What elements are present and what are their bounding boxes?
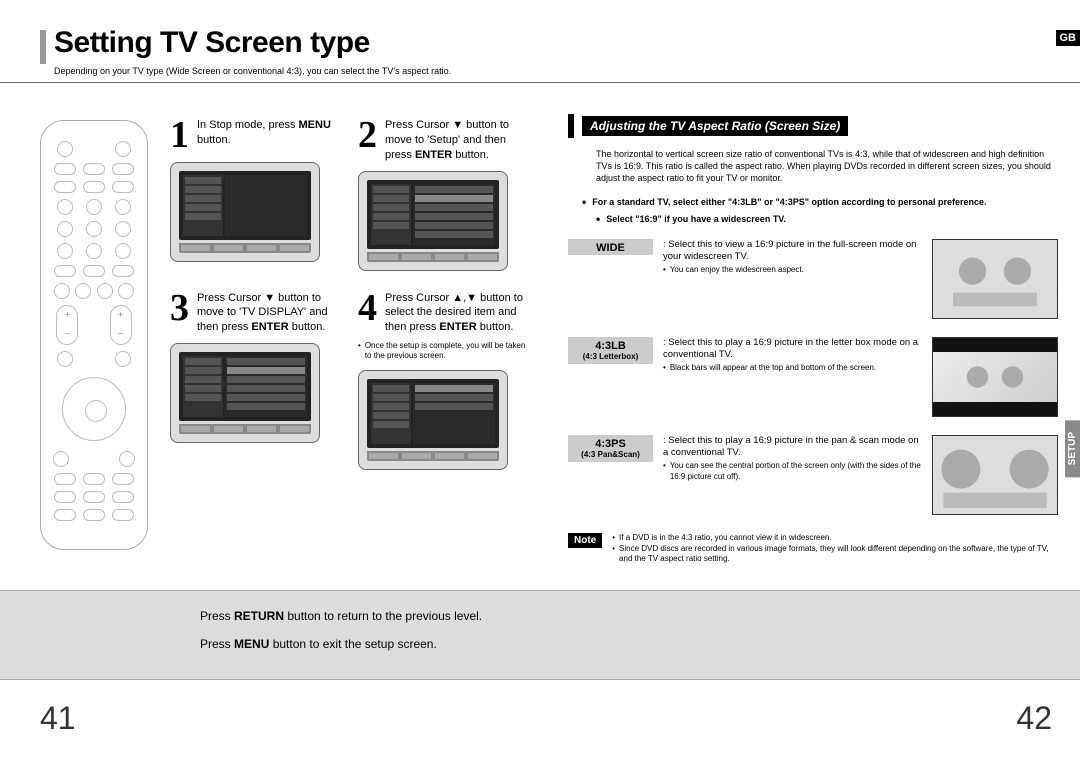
option-wide: WIDE : Select this to view a 16:9 pictur… — [568, 239, 1058, 319]
osd-screenshot — [358, 171, 508, 271]
section-heading-text: Adjusting the TV Aspect Ratio (Screen Si… — [582, 116, 848, 136]
note-box: Note If a DVD is in the 4:3 ratio, you c… — [568, 533, 1058, 565]
dpad-icon — [62, 377, 126, 441]
step-bold: ENTER — [251, 321, 288, 333]
setup-side-tab: SETUP — [1065, 420, 1080, 477]
step-note: Once the setup is complete, you will be … — [358, 341, 528, 362]
option-subdesc: You can enjoy the widescreen aspect. — [670, 265, 804, 275]
note-line: If a DVD is in the 4:3 ratio, you cannot… — [619, 533, 832, 544]
panscan-preview-image — [932, 435, 1058, 515]
step-bold: MENU — [299, 119, 331, 131]
step-1: 1 In Stop mode, press MENU button. — [170, 116, 340, 271]
option-desc: Select this to play a 16:9 picture in th… — [663, 337, 918, 360]
option-43lb: 4:3LB (4:3 Letterbox) : Select this to p… — [568, 337, 1058, 417]
steps-section: 1 In Stop mode, press MENU button. 2 Pre… — [170, 116, 550, 488]
note-line: Since DVD discs are recorded in various … — [619, 544, 1058, 566]
step-text: button. — [477, 321, 514, 333]
step-text: button. — [289, 321, 326, 333]
divider — [0, 82, 1080, 83]
step-2: 2 Press Cursor ▼ button to move to 'Setu… — [358, 116, 528, 271]
wide-preview-image — [932, 239, 1058, 319]
bullet-standard-tv: For a standard TV, select either "4:3LB"… — [582, 196, 1058, 208]
osd-screenshot — [170, 343, 320, 443]
osd-screenshot — [358, 370, 508, 470]
step-text: In Stop mode, press — [197, 119, 299, 131]
step-number: 2 — [358, 116, 377, 154]
title-rule — [40, 30, 46, 64]
step-number: 3 — [170, 289, 189, 327]
footer-line-return: Press RETURN button to return to the pre… — [200, 609, 1080, 623]
option-subdesc: You can see the central portion of the s… — [670, 461, 922, 482]
option-sublabel: (4:3 Letterbox) — [568, 352, 653, 363]
intro-text: The horizontal to vertical screen size r… — [596, 148, 1058, 184]
aspect-ratio-section: Adjusting the TV Aspect Ratio (Screen Si… — [568, 114, 1058, 565]
option-desc: Select this to play a 16:9 picture in th… — [663, 435, 919, 458]
page-number-right: 42 — [1016, 700, 1052, 737]
option-label: 4:3LB (4:3 Letterbox) — [568, 337, 653, 364]
step-text: button. — [197, 134, 231, 146]
osd-screenshot — [170, 162, 320, 262]
step-3: 3 Press Cursor ▼ button to move to 'TV D… — [170, 289, 340, 470]
step-number: 4 — [358, 289, 377, 327]
option-subdesc: Black bars will appear at the top and bo… — [670, 363, 876, 373]
option-label: 4:3PS (4:3 Pan&Scan) — [568, 435, 653, 462]
step-4: 4 Press Cursor ▲,▼ button to select the … — [358, 289, 528, 470]
language-badge: GB — [1056, 30, 1080, 46]
step-text: button. — [452, 149, 489, 161]
step-number: 1 — [170, 116, 189, 154]
page-title: Setting TV Screen type — [54, 26, 370, 60]
page-subtitle: Depending on your TV type (Wide Screen o… — [54, 66, 451, 76]
option-label: WIDE — [568, 239, 653, 255]
section-heading: Adjusting the TV Aspect Ratio (Screen Si… — [568, 114, 1058, 138]
remote-illustration: +−+− — [40, 120, 148, 550]
letterbox-preview-image — [932, 337, 1058, 417]
bullet-widescreen: Select "16:9" if you have a widescreen T… — [596, 213, 1058, 225]
option-desc: Select this to view a 16:9 picture in th… — [663, 239, 916, 262]
note-label: Note — [568, 533, 602, 548]
footer-bar: Press RETURN button to return to the pre… — [0, 590, 1080, 680]
step-bold: ENTER — [439, 321, 476, 333]
step-bold: ENTER — [415, 149, 452, 161]
footer-line-menu: Press MENU button to exit the setup scre… — [200, 637, 1080, 651]
page-number-left: 41 — [40, 700, 76, 737]
option-43ps: 4:3PS (4:3 Pan&Scan) : Select this to pl… — [568, 435, 1058, 515]
option-sublabel: (4:3 Pan&Scan) — [568, 450, 653, 461]
